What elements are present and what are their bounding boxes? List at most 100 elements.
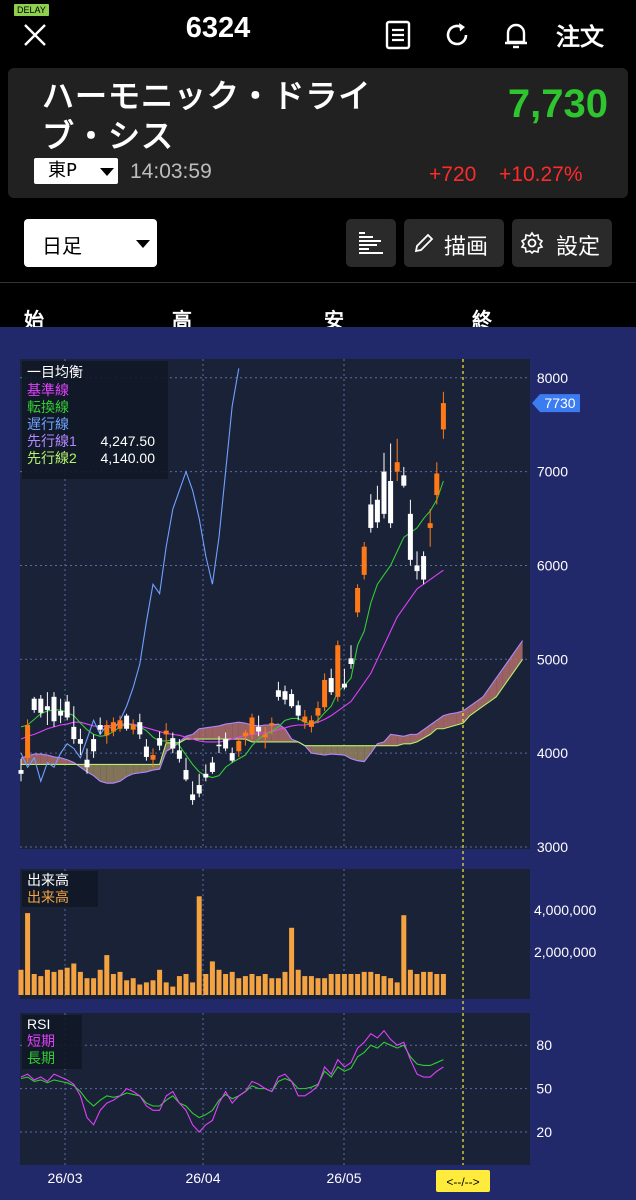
volume-bar (58, 969, 64, 995)
volume-bar (163, 982, 169, 995)
candle-body (71, 726, 77, 740)
volume-bar (170, 986, 176, 995)
candle-body (58, 710, 64, 716)
ichimoku-cloud-segment (357, 745, 365, 762)
price-axis-tick-label: 4000 (537, 745, 568, 761)
volume-bar (401, 915, 407, 995)
volume-bar (374, 974, 380, 995)
volume-bar (282, 971, 288, 995)
ichimoku-cloud-segment (199, 727, 206, 740)
candle-body (236, 740, 242, 752)
rsi-short-label: 短期 (27, 1033, 55, 1049)
refresh-icon[interactable] (441, 18, 473, 52)
last-price-label: 7730 (544, 395, 575, 411)
candle-body (315, 708, 321, 716)
ichimoku-cloud-segment (331, 745, 338, 755)
ichimoku-cloud-segment (351, 745, 358, 761)
volume-bar (157, 969, 163, 995)
ichimoku-cloud-segment (133, 764, 140, 774)
volume-bar (44, 969, 50, 995)
price-axis-tick-label: 7000 (537, 464, 568, 480)
ichimoku-cloud-segment (318, 745, 325, 756)
pencil-icon (414, 233, 434, 253)
volume-bar (229, 971, 235, 995)
candle-body (229, 753, 235, 761)
volume-bar (190, 982, 196, 995)
volume-bar (368, 971, 374, 995)
ichimoku-legend-value: 4,247.50 (101, 433, 156, 449)
volume-bar (407, 969, 413, 995)
volume-bar (18, 969, 24, 995)
ichimoku-cloud-segment (337, 745, 345, 756)
volume-bar (143, 982, 149, 995)
candle-body (117, 720, 123, 729)
ichimoku-legend-item: 転換線 (27, 399, 69, 415)
ichimoku-cloud-segment (443, 713, 450, 729)
candle-body (421, 556, 427, 580)
volume-bar (25, 913, 31, 995)
candle-body (130, 725, 136, 730)
market-select[interactable]: 東P (34, 158, 118, 184)
candle-body (91, 739, 97, 752)
volume-bar (77, 971, 83, 995)
volume-bar (64, 967, 70, 995)
volume-bar (71, 963, 77, 995)
top-bar: DELAY 6324 注文 (0, 0, 636, 68)
volume-bar (440, 974, 446, 995)
candle-body (440, 403, 446, 430)
candle-body (203, 773, 209, 778)
candle-body (124, 715, 130, 729)
volume-bar (216, 969, 222, 995)
rsi-title: RSI (27, 1016, 50, 1032)
ichimoku-legend-item: 遅行線 (27, 416, 69, 432)
candle-body (269, 723, 275, 725)
candle-body (196, 785, 202, 794)
volume-bar (427, 971, 433, 995)
volume-bar (196, 896, 202, 995)
period-select[interactable]: 日足 (24, 219, 157, 267)
report-icon[interactable] (382, 18, 414, 52)
volume-bar (203, 974, 209, 995)
candle-body (414, 565, 420, 572)
candle-body (77, 739, 83, 744)
draw-button[interactable]: 描画 (404, 219, 504, 267)
volume-bar (97, 969, 103, 995)
candle-body (282, 691, 288, 700)
stock-chart[interactable]: 26/03 26/04 26/05 3000 4000 5000 6000 7000 8000 7… (0, 327, 636, 1200)
gear-icon (520, 231, 544, 255)
candle-body (25, 725, 31, 758)
candle-body (104, 725, 110, 736)
board-button[interactable] (346, 219, 396, 267)
candle-body (407, 513, 413, 560)
volume-bar (308, 976, 314, 995)
period-label: 日足 (42, 234, 82, 258)
volume-bar (262, 974, 268, 995)
candle-body (361, 546, 367, 575)
candle-body (38, 698, 44, 713)
candle-body (209, 762, 215, 772)
bell-icon[interactable] (500, 18, 532, 52)
ichimoku-cloud-segment (40, 754, 48, 765)
ichimoku-cloud-segment (113, 764, 120, 784)
ichimoku-cloud-segment (100, 764, 107, 784)
candle-body (381, 471, 387, 514)
volume-bar (110, 974, 116, 995)
divider (0, 282, 636, 283)
candle-body (64, 701, 70, 718)
volume-bar (289, 927, 295, 995)
volume-bar (322, 978, 328, 995)
order-button[interactable]: 注文 (556, 17, 604, 52)
volume-bar (209, 961, 215, 995)
candle-body (289, 694, 295, 707)
volume-axis-tick-label: 4,000,000 (534, 902, 596, 918)
candle-body (355, 587, 361, 613)
quote-card: ハーモニック・ドライブ・シス 7,730 東P 14:03:59 +720 +1… (8, 68, 628, 198)
x-axis-tick-label: 26/04 (185, 1170, 220, 1186)
candle-body (31, 698, 37, 710)
candle-body (170, 738, 176, 749)
price-axis-tick-label: 8000 (537, 370, 568, 386)
ichimoku-legend-item: 先行線1 (27, 433, 77, 449)
ichimoku-cloud-segment (271, 724, 279, 742)
volume-bar (249, 974, 255, 995)
settings-button[interactable]: 設定 (512, 219, 612, 267)
